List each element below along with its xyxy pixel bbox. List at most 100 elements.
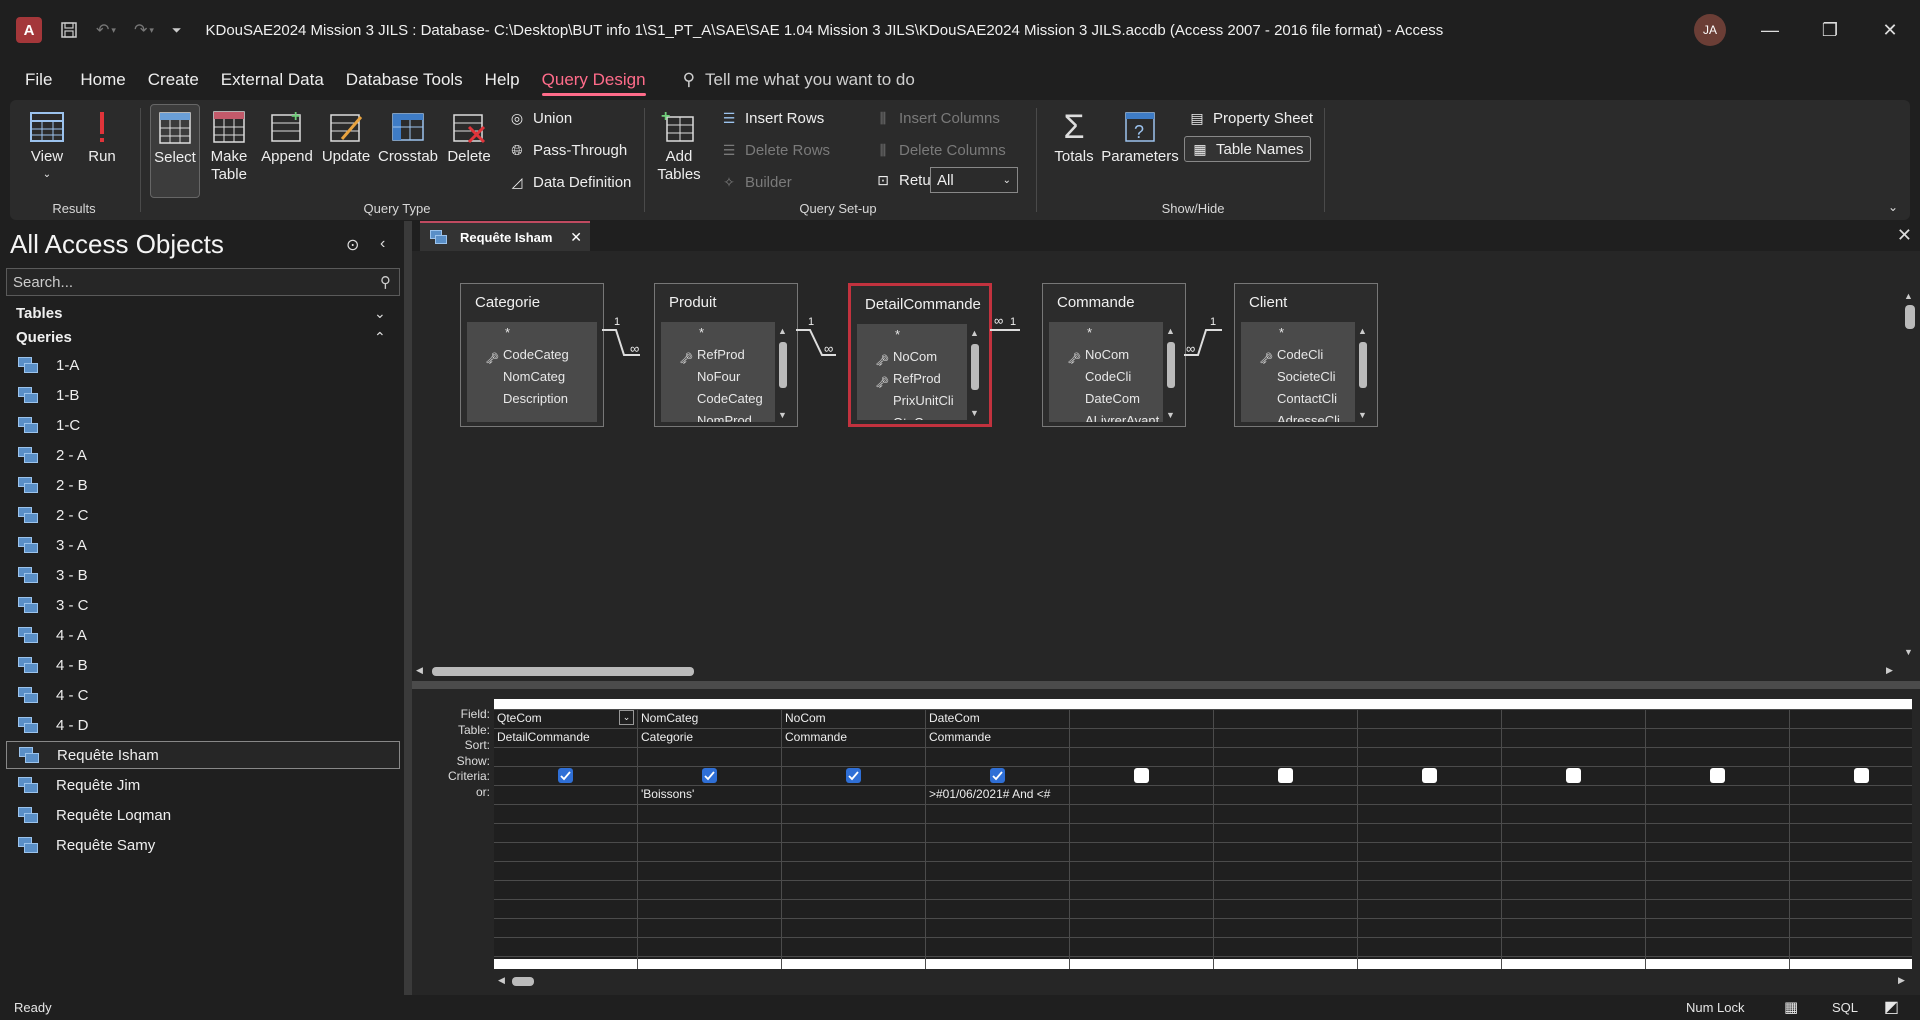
restore-icon[interactable]: ❐ [1810, 12, 1850, 48]
add-tables-button[interactable]: + Add Tables [654, 104, 704, 184]
return-select[interactable]: All ⌄ [930, 167, 1018, 193]
table-cell[interactable] [1646, 728, 1789, 747]
undo-icon[interactable]: ↶ ▾ [96, 20, 116, 40]
criteria-cell[interactable] [1214, 785, 1357, 804]
query-list-item[interactable]: 2 - B [6, 471, 400, 499]
table-cell[interactable]: Commande [782, 728, 925, 747]
union-button[interactable]: ◎ Union [508, 109, 572, 127]
query-list-item[interactable]: 2 - A [6, 441, 400, 469]
show-checkbox[interactable] [702, 768, 717, 783]
menu-external-data[interactable]: External Data [210, 60, 335, 100]
scroll-right-icon[interactable]: ▶ [1898, 975, 1905, 986]
menu-create[interactable]: Create [137, 60, 210, 100]
field-cell[interactable] [1358, 709, 1501, 728]
customize-qat-icon[interactable]: ⏷ [172, 23, 182, 38]
close-document-icon[interactable]: ✕ [1897, 225, 1912, 246]
or-cell[interactable] [1358, 804, 1501, 823]
query-list-item[interactable]: 2 - C [6, 501, 400, 529]
or-cell[interactable] [926, 804, 1069, 823]
menu-home[interactable]: Home [69, 60, 136, 100]
show-checkbox[interactable] [990, 768, 1005, 783]
close-window-icon[interactable]: ✕ [1870, 12, 1910, 48]
close-tab-icon[interactable]: ✕ [570, 229, 582, 246]
totals-button[interactable]: Σ Totals [1052, 104, 1096, 166]
query-list-item[interactable]: Requête Samy [6, 831, 400, 859]
show-checkbox[interactable] [1278, 768, 1293, 783]
scroll-thumb[interactable] [512, 977, 534, 986]
scroll-thumb[interactable] [1905, 305, 1915, 329]
delete-button[interactable]: Delete [442, 104, 496, 166]
sort-cell[interactable] [1790, 747, 1920, 766]
field-cell[interactable]: NoCom [782, 709, 925, 728]
insert-rows-button[interactable]: ☰ Insert Rows [720, 109, 824, 127]
query-list-item[interactable]: 4 - B [6, 651, 400, 679]
table-cell[interactable] [1070, 728, 1213, 747]
table-cell[interactable] [1214, 728, 1357, 747]
field-cell[interactable] [1070, 709, 1213, 728]
criteria-cell[interactable] [1790, 785, 1920, 804]
tab-requete-isham[interactable]: Requête Isham ✕ [420, 221, 590, 251]
menu-database-tools[interactable]: Database Tools [335, 60, 474, 100]
or-cell[interactable] [1790, 804, 1920, 823]
query-list-item[interactable]: 1-A [6, 351, 400, 379]
grid-horizontal-scrollbar[interactable]: ◀ ▶ [494, 973, 1912, 989]
collapse-ribbon-icon[interactable]: ⌄ [1888, 200, 1898, 214]
table-cell[interactable] [1502, 728, 1645, 747]
scroll-left-icon[interactable]: ◀ [416, 665, 423, 676]
sort-cell[interactable] [1214, 747, 1357, 766]
run-button[interactable]: Run [82, 104, 122, 166]
or-cell[interactable] [1502, 804, 1645, 823]
scroll-down-icon[interactable]: ▼ [1904, 647, 1913, 657]
datasheet-view-icon[interactable]: ▦ [1784, 998, 1798, 1016]
select-button[interactable]: Select [150, 104, 200, 198]
menu-help[interactable]: Help [474, 60, 531, 100]
sort-cell[interactable] [1646, 747, 1789, 766]
table-cell[interactable] [1358, 728, 1501, 747]
menu-file[interactable]: File [14, 60, 63, 100]
data-definition-button[interactable]: ◿ Data Definition [508, 173, 632, 191]
view-button[interactable]: View ⌄ [24, 104, 70, 184]
nav-section-queries[interactable]: Queries [16, 329, 72, 346]
query-list-item[interactable]: Requête Isham [6, 741, 400, 769]
tell-me-box[interactable]: ⚲ Tell me what you want to do [683, 70, 915, 90]
sort-cell[interactable] [926, 747, 1069, 766]
query-list-item[interactable]: 4 - A [6, 621, 400, 649]
pane-divider[interactable] [412, 681, 1920, 689]
scroll-thumb[interactable] [432, 667, 694, 676]
criteria-cell[interactable] [1646, 785, 1789, 804]
table-names-button[interactable]: ▦ Table Names [1184, 136, 1311, 162]
sort-cell[interactable] [494, 747, 637, 766]
table-cell[interactable] [1790, 728, 1920, 747]
minimize-icon[interactable]: — [1750, 12, 1790, 48]
criteria-cell[interactable] [1358, 785, 1501, 804]
table-pane-vertical-scrollbar[interactable]: ▲ ▼ [1902, 291, 1918, 663]
avatar[interactable]: JA [1694, 14, 1726, 46]
sort-cell[interactable] [1070, 747, 1213, 766]
menu-query-design[interactable]: Query Design [531, 60, 657, 100]
show-checkbox[interactable] [1854, 768, 1869, 783]
field-cell[interactable]: QteCom ⌄ [494, 709, 637, 728]
criteria-cell[interactable] [1070, 785, 1213, 804]
query-list-item[interactable]: 3 - A [6, 531, 400, 559]
query-list-item[interactable]: Requête Jim [6, 771, 400, 799]
nav-search-input[interactable]: Search... ⚲ [6, 268, 400, 296]
show-checkbox[interactable] [1566, 768, 1581, 783]
delete-rows-button[interactable]: ☰ Delete Rows [720, 141, 830, 159]
or-cell[interactable] [1070, 804, 1213, 823]
parameters-button[interactable]: ? Parameters [1101, 104, 1179, 166]
pass-through-button[interactable]: 🌐︎ Pass-Through [508, 141, 627, 159]
design-view-icon[interactable]: ◩ [1884, 997, 1899, 1017]
nav-section-tables[interactable]: Tables [16, 305, 62, 322]
query-list-item[interactable]: 1-C [6, 411, 400, 439]
chevron-down-icon[interactable]: ⌄ [619, 710, 634, 725]
scroll-right-icon[interactable]: ▶ [1886, 665, 1893, 676]
search-icon[interactable]: ⚲ [380, 273, 391, 291]
or-cell[interactable] [638, 804, 781, 823]
show-checkbox[interactable] [846, 768, 861, 783]
insert-columns-button[interactable]: ⫼ Insert Columns [874, 109, 1000, 127]
chevron-up-icon[interactable]: ⌃ [374, 329, 386, 346]
scroll-up-icon[interactable]: ▲ [1904, 291, 1913, 301]
criteria-cell[interactable] [782, 785, 925, 804]
or-cell[interactable] [1214, 804, 1357, 823]
make-table-button[interactable]: Make Table [204, 104, 254, 184]
